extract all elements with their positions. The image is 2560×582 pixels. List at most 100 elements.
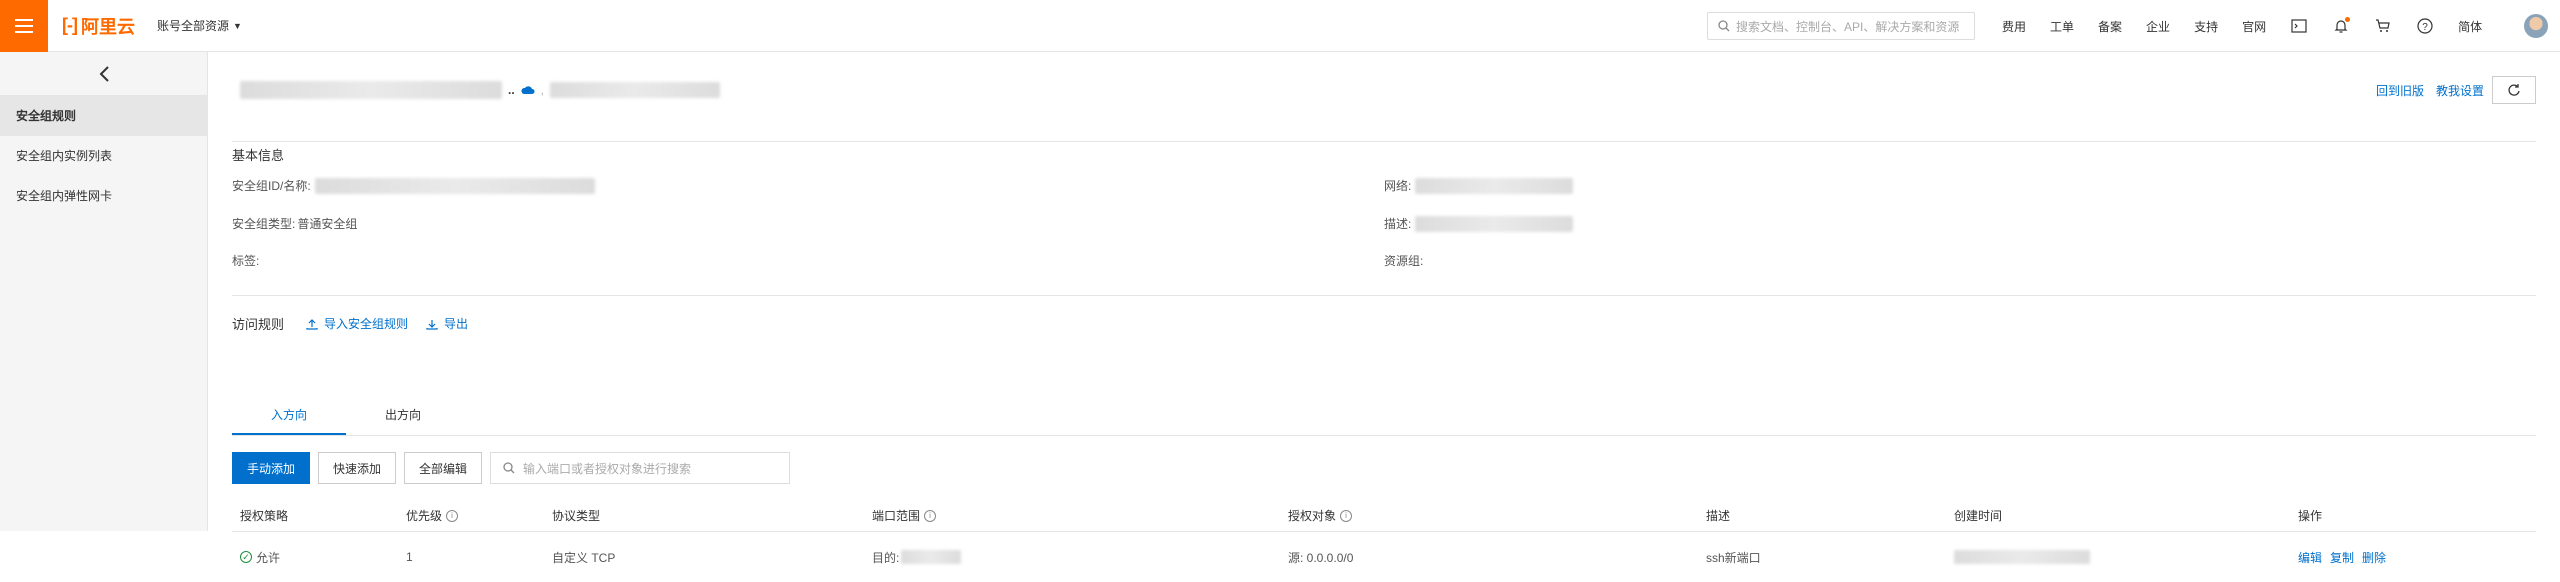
tags-row: 标签: (232, 252, 259, 269)
logo-text: 阿里云 (80, 16, 135, 37)
sidebar-item-enis[interactable]: 安全组内弹性网卡 (0, 176, 207, 216)
refresh-icon (2508, 84, 2520, 96)
description-label: 描述: (1384, 217, 1412, 231)
page-header: .. , 回到旧版 教我设置 (232, 76, 2536, 142)
port-prefix: 目的: (872, 550, 900, 565)
sg-type-value: 普通安全组 (297, 217, 358, 231)
edit-rule-link[interactable]: 编辑 (2298, 549, 2322, 566)
policy-value: 允许 (256, 550, 281, 565)
tags-label: 标签: (232, 254, 260, 268)
logo-mark-icon: [-] (62, 15, 78, 35)
vpc-id-redacted (550, 82, 721, 98)
copy-rule-link[interactable]: 复制 (2330, 549, 2354, 566)
delete-rule-link[interactable]: 删除 (2362, 549, 2386, 566)
port-value-redacted (901, 550, 962, 564)
col-source: 授权对象 i (1280, 507, 1698, 524)
nav-fees[interactable]: 费用 (2002, 18, 2026, 35)
direction-tabs: 入方向 出方向 (232, 396, 2536, 436)
table-header: 授权策略 优先级 i 协议类型 端口范围 i 授权对象 i 描述 创建时间 操作 (232, 500, 2536, 532)
access-rules-header: 访问规则 导入安全组规则 导出 (232, 314, 468, 333)
col-policy: 授权策略 (240, 509, 289, 523)
nav-support[interactable]: 支持 (2194, 18, 2218, 35)
nav-enterprise[interactable]: 企业 (2146, 18, 2170, 35)
notification-dot (2345, 17, 2351, 22)
col-source-label: 授权对象 (1288, 509, 1337, 523)
nav-tickets[interactable]: 工单 (2050, 18, 2074, 35)
rules-table: 授权策略 优先级 i 协议类型 端口范围 i 授权对象 i 描述 创建时间 操作… (232, 500, 2536, 582)
title-separator: , (540, 83, 545, 97)
account-resource-dropdown[interactable]: 账号全部资源 ▼ (157, 17, 242, 34)
info-icon[interactable]: i (1340, 509, 1353, 522)
sidebar-item-instances[interactable]: 安全组内实例列表 (0, 136, 207, 176)
section-divider (232, 295, 2536, 296)
access-rules-title: 访问规则 (232, 317, 285, 332)
cell-port: 目的: (864, 549, 1280, 566)
tab-outbound[interactable]: 出方向 (346, 396, 460, 435)
col-port-label: 端口范围 (872, 509, 921, 523)
rules-search-input[interactable]: 输入端口或者授权对象进行搜索 (490, 452, 791, 484)
title-ellipsis: .. (508, 83, 515, 97)
refresh-button[interactable] (2492, 76, 2536, 104)
network-row: 网络: (1384, 177, 1574, 194)
network-value-redacted (1415, 177, 1574, 194)
cart-icon[interactable] (2374, 17, 2392, 35)
sg-id-value-redacted (314, 177, 595, 194)
col-priority: 优先级 i (398, 507, 544, 524)
table-row: ✓ 允许 1 自定义 TCP 目的: 源: 0.0.0.0/0 ssh新端口 编… (232, 532, 2536, 582)
search-icon (1718, 20, 1730, 32)
resource-group-label: 资源组: (1384, 254, 1424, 268)
created-time-redacted (1954, 550, 2090, 564)
terminal-icon[interactable] (2290, 17, 2308, 35)
export-link[interactable]: 导出 (426, 315, 468, 332)
col-port: 端口范围 i (864, 507, 1280, 524)
user-avatar[interactable] (2524, 14, 2548, 38)
col-protocol: 协议类型 (552, 509, 601, 523)
import-rules-link[interactable]: 导入安全组规则 (306, 315, 408, 332)
chevron-left-icon (99, 65, 109, 82)
back-to-old-version-link[interactable]: 回到旧版 (2376, 82, 2424, 99)
svg-text:?: ? (2422, 22, 2428, 33)
col-priority-label: 优先级 (406, 509, 443, 523)
tutorial-link[interactable]: 教我设置 (2436, 82, 2484, 99)
top-nav-links: 费用 工单 备案 企业 支持 官网 ? 简体 (1990, 0, 2494, 52)
nav-official-site[interactable]: 官网 (2242, 18, 2266, 35)
col-created-time: 创建时间 (1954, 509, 2003, 523)
help-icon[interactable]: ? (2416, 17, 2434, 35)
aliyun-logo[interactable]: [-] 阿里云 (62, 13, 135, 39)
global-search-input[interactable]: 搜索文档、控制台、API、解决方案和资源 (1707, 12, 1975, 40)
import-rules-label: 导入安全组规则 (324, 317, 409, 331)
check-circle-icon: ✓ (240, 551, 252, 563)
rules-toolbar: 手动添加 快速添加 全部编辑 输入端口或者授权对象进行搜索 (232, 452, 791, 484)
language-switch[interactable]: 简体 (2458, 18, 2482, 35)
cell-source: 源: 0.0.0.0/0 (1288, 550, 1354, 565)
sg-id-label: 安全组ID/名称: (232, 179, 311, 193)
export-icon (426, 319, 438, 330)
cell-actions: 编辑 复制 删除 (2290, 549, 2490, 566)
cell-description: ssh新端口 (1706, 550, 1761, 565)
sidebar-collapse-button[interactable] (0, 52, 207, 96)
account-resource-label: 账号全部资源 (156, 19, 229, 33)
sg-id-row: 安全组ID/名称: (232, 177, 595, 194)
header-actions: 回到旧版 教我设置 (2376, 76, 2536, 104)
sidebar-item-rules[interactable]: 安全组规则 (0, 96, 207, 136)
nav-icp[interactable]: 备案 (2098, 18, 2122, 35)
col-description: 描述 (1706, 509, 1731, 523)
import-icon (306, 318, 318, 330)
basic-info-title: 基本信息 (232, 148, 285, 163)
cell-created-time (1946, 550, 2290, 564)
resource-group-row: 资源组: (1384, 252, 1423, 269)
sg-type-row: 安全组类型: 普通安全组 (232, 215, 357, 232)
cell-priority: 1 (406, 550, 413, 564)
tab-inbound[interactable]: 入方向 (232, 396, 346, 435)
cloud-icon (521, 86, 535, 94)
quick-add-button[interactable]: 快速添加 (318, 452, 397, 484)
edit-all-button[interactable]: 全部编辑 (404, 452, 483, 484)
hamburger-icon (15, 18, 33, 33)
info-icon[interactable]: i (924, 509, 937, 522)
rules-search-placeholder: 输入端口或者授权对象进行搜索 (523, 461, 692, 476)
info-icon[interactable]: i (446, 509, 459, 522)
manual-add-button[interactable]: 手动添加 (232, 452, 311, 484)
bell-icon[interactable] (2332, 17, 2351, 35)
global-search-placeholder: 搜索文档、控制台、API、解决方案和资源 (1736, 19, 1960, 34)
menu-button[interactable] (0, 0, 48, 52)
